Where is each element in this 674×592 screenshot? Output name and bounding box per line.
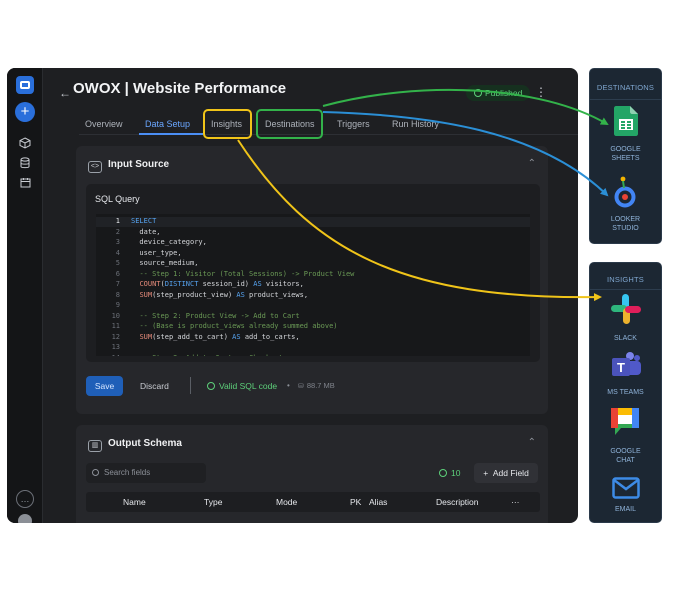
connector-arrows: [237, 88, 609, 302]
arrow-to-looker-studio: [322, 111, 609, 197]
arrow-to-slack: [237, 139, 602, 302]
arrow-to-google-sheets: [322, 88, 609, 126]
